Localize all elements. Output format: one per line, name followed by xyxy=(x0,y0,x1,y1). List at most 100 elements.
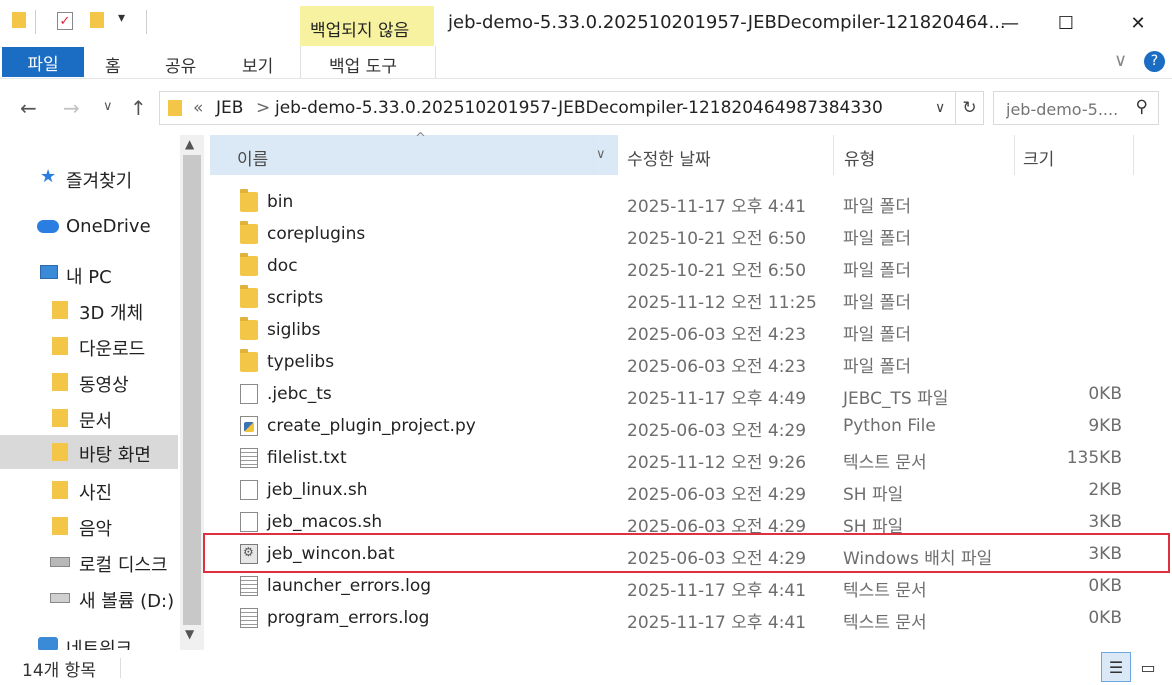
nav-scrollbar[interactable]: ▲ ▼ xyxy=(180,135,204,650)
column-filter-icon[interactable]: ∨ xyxy=(596,147,606,162)
address-dropdown-icon[interactable]: ∨ xyxy=(935,100,945,116)
close-icon: ✕ xyxy=(1130,12,1146,34)
refresh-button[interactable]: ↻ xyxy=(955,91,984,125)
file-icon xyxy=(240,384,258,404)
file-row[interactable]: doc 2025-10-21 오전 6:50 파일 폴더 xyxy=(210,251,1172,283)
scroll-up-icon[interactable]: ▲ xyxy=(185,137,194,151)
file-name: create_plugin_project.py xyxy=(267,416,476,436)
file-type: Python File xyxy=(843,416,936,436)
minimize-button[interactable]: — xyxy=(982,0,1038,46)
scrollbar-thumb[interactable] xyxy=(183,155,201,625)
file-list: bin 2025-11-17 오후 4:41 파일 폴더 coreplugins… xyxy=(210,187,1172,647)
file-row[interactable]: launcher_errors.log 2025-11-17 오후 4:41 텍… xyxy=(210,571,1172,603)
breadcrumb-item-current[interactable]: jeb-demo-5.33.0.202510201957-JEBDecompil… xyxy=(275,98,883,118)
nav-item-videos[interactable]: 동영상 xyxy=(0,365,178,399)
nav-item-downloads[interactable]: 다운로드 xyxy=(0,329,178,363)
scroll-down-icon[interactable]: ▼ xyxy=(185,627,194,641)
nav-item-music[interactable]: 음악 xyxy=(0,509,178,543)
nav-item-documents[interactable]: 문서 xyxy=(0,401,178,435)
nav-item-this-pc[interactable]: 내 PC xyxy=(0,257,178,291)
folder-icon xyxy=(240,221,258,244)
ribbon-tabs: 파일 홈 공유 보기 ∨ ? xyxy=(0,46,1172,78)
nav-item-pictures[interactable]: 사진 xyxy=(0,473,178,507)
folder-icon xyxy=(240,253,258,276)
nav-item-local-disk[interactable]: 로컬 디스크 xyxy=(0,545,178,579)
tab-home[interactable]: 홈 xyxy=(105,52,121,77)
file-size: 9KB xyxy=(1088,416,1122,436)
file-row[interactable]: typelibs 2025-06-03 오전 4:23 파일 폴더 xyxy=(210,347,1172,379)
large-icons-view-button[interactable]: ▭ xyxy=(1133,652,1163,682)
search-input[interactable] xyxy=(1004,97,1123,121)
file-size: 3KB xyxy=(1088,512,1122,532)
nav-item-label: 음악 xyxy=(79,519,113,540)
back-button[interactable]: ← xyxy=(20,96,37,120)
column-divider[interactable] xyxy=(593,135,594,175)
address-row: ← → ∨ ↑ « JEB > jeb-demo-5.33.0.20251020… xyxy=(0,88,1172,130)
music-folder-icon xyxy=(52,517,68,535)
search-box[interactable]: ⚲ xyxy=(993,91,1159,125)
highlight-box xyxy=(203,533,1170,573)
nav-item-label: 3D 개체 xyxy=(79,303,144,324)
tab-backup-tools[interactable]: 백업 도구 xyxy=(300,46,436,78)
details-view-icon: ☰ xyxy=(1108,657,1124,677)
maximize-button[interactable]: ☐ xyxy=(1038,0,1094,46)
tab-view[interactable]: 보기 xyxy=(242,52,273,77)
properties-icon[interactable]: ✓ xyxy=(57,12,73,30)
nav-item-favorites[interactable]: ★ 즐겨찾기 xyxy=(0,161,178,195)
column-header-type[interactable]: 유형 xyxy=(834,135,1014,175)
file-row[interactable]: bin 2025-11-17 오후 4:41 파일 폴더 xyxy=(210,187,1172,219)
file-name: bin xyxy=(267,192,294,212)
navigation-pane: ★ 즐겨찾기 OneDrive 내 PC 3D 개체 다운로드 동영상 문서 바… xyxy=(0,135,180,650)
column-header-label: 이름 xyxy=(237,150,269,170)
context-tab-header: 백업되지 않음 xyxy=(300,6,434,46)
file-size: 2KB xyxy=(1088,480,1122,500)
folder-icon xyxy=(240,317,258,340)
tab-backup-tools-label: 백업 도구 xyxy=(329,57,397,77)
desktop-folder-icon xyxy=(52,443,68,461)
breadcrumb-item-jeb[interactable]: JEB xyxy=(216,98,243,118)
nav-item-volume-d[interactable]: 새 볼륨 (D:) xyxy=(0,581,178,615)
large-icons-view-icon: ▭ xyxy=(1140,657,1156,677)
nav-item-3d-objects[interactable]: 3D 개체 xyxy=(0,293,178,327)
ribbon-collapse-icon[interactable]: ∨ xyxy=(1114,50,1127,71)
file-row[interactable]: coreplugins 2025-10-21 오전 6:50 파일 폴더 xyxy=(210,219,1172,251)
file-type: SH 파일 xyxy=(843,485,904,505)
recent-locations-icon[interactable]: ∨ xyxy=(103,99,113,114)
nav-item-label: 로컬 디스크 xyxy=(79,555,168,576)
nav-item-label: 내 PC xyxy=(66,267,112,288)
file-row[interactable]: scripts 2025-11-12 오전 11:25 파일 폴더 xyxy=(210,283,1172,315)
file-row[interactable]: siglibs 2025-06-03 오전 4:23 파일 폴더 xyxy=(210,315,1172,347)
nav-item-desktop[interactable]: 바탕 화면 xyxy=(0,435,178,469)
forward-button[interactable]: → xyxy=(63,96,80,120)
details-view-button[interactable]: ☰ xyxy=(1101,652,1131,682)
column-divider[interactable] xyxy=(1133,135,1134,175)
close-button[interactable]: ✕ xyxy=(1110,0,1166,46)
address-bar[interactable]: « JEB > jeb-demo-5.33.0.202510201957-JEB… xyxy=(159,91,956,125)
status-bar: 14개 항목 ☰ ▭ xyxy=(0,650,1172,685)
column-header-date[interactable]: 수정한 날짜 xyxy=(618,135,833,175)
file-row[interactable]: .jebc_ts 2025-11-17 오후 4:49 JEBC_TS 파일 0… xyxy=(210,379,1172,411)
new-folder-icon[interactable] xyxy=(90,12,104,28)
nav-item-network[interactable]: 네트워크 xyxy=(0,629,178,650)
breadcrumb-separator[interactable]: > xyxy=(256,98,270,118)
sort-ascending-icon: ^ xyxy=(415,131,426,146)
file-date: 2025-10-21 오전 6:50 xyxy=(627,261,807,281)
file-row[interactable]: jeb_linux.sh 2025-06-03 오전 4:29 SH 파일 2K… xyxy=(210,475,1172,507)
customize-quick-access-icon[interactable]: ▾ xyxy=(118,10,125,26)
file-row[interactable]: program_errors.log 2025-11-17 오후 4:41 텍스… xyxy=(210,603,1172,635)
column-header-label: 크기 xyxy=(1023,150,1055,170)
nav-item-onedrive[interactable]: OneDrive xyxy=(0,210,178,244)
nav-item-label: 즐겨찾기 xyxy=(66,171,133,192)
tab-file[interactable]: 파일 xyxy=(2,47,84,77)
up-button[interactable]: ↑ xyxy=(130,96,147,120)
file-row[interactable]: create_plugin_project.py 2025-06-03 오전 4… xyxy=(210,411,1172,443)
column-header-label: 유형 xyxy=(844,150,876,170)
column-header-name[interactable]: 이름 ^ ∨ xyxy=(210,131,617,175)
tab-share[interactable]: 공유 xyxy=(165,52,196,77)
breadcrumb-overflow[interactable]: « xyxy=(193,98,203,118)
help-icon[interactable]: ? xyxy=(1144,51,1165,72)
file-type: 텍스트 문서 xyxy=(843,453,927,473)
pictures-folder-icon xyxy=(52,481,68,499)
column-header-size[interactable]: 크기 xyxy=(1015,135,1133,175)
file-row[interactable]: filelist.txt 2025-11-12 오전 9:26 텍스트 문서 1… xyxy=(210,443,1172,475)
